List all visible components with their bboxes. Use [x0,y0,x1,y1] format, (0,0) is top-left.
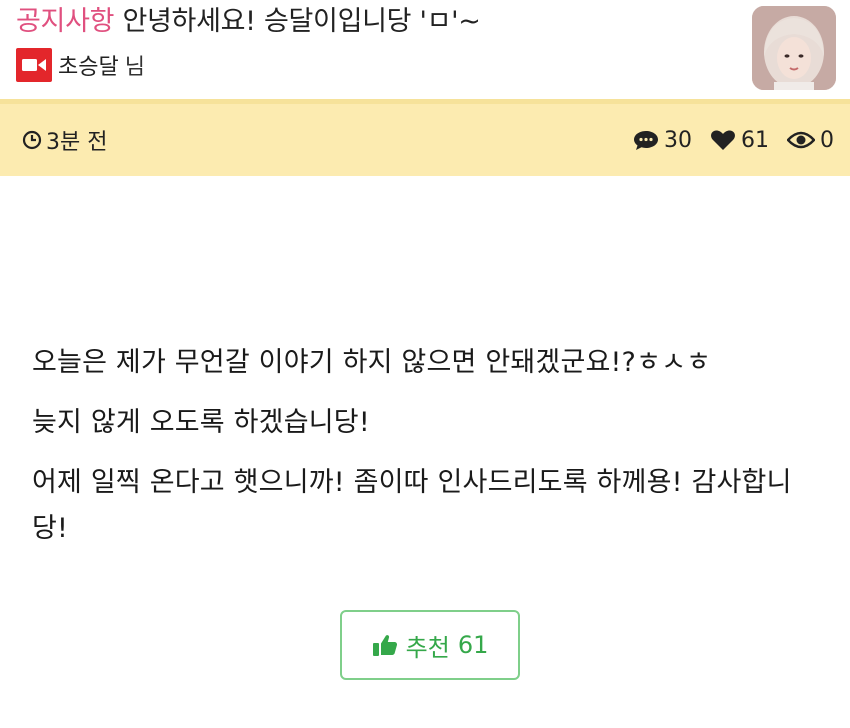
post-time: 3분 전 [22,124,107,156]
post-time-label: 3분 전 [46,130,108,155]
recommend-label: 추천 [405,633,450,662]
post-meta-bar: 3분 전 30 61 0 [0,104,850,176]
recommend-count: 61 [457,631,489,659]
view-count: 0 [787,128,834,153]
author-suffix: 님 [124,55,145,80]
thumbs-up-icon [372,635,397,656]
comment-icon [634,131,658,150]
post-header: 공지사항 안녕하세요! 승달이입니당 'ㅁ'~ 초승달 님 [0,0,850,104]
clock-icon [22,130,42,150]
recommend-button[interactable]: 추천 61 [340,610,520,680]
eye-icon [787,131,815,149]
author-info[interactable]: 초승달 님 [16,48,145,82]
video-camera-icon [16,48,52,82]
author-name[interactable]: 초승달 [58,49,119,81]
post-title: 안녕하세요! 승달이입니당 'ㅁ'~ [122,6,481,37]
heart-icon [711,130,735,150]
content-paragraph: 어제 일찍 온다고 햇으니까! 좀이따 인사드리도록 하께용! 감사합니당! [32,467,792,544]
comment-count-value: 30 [664,127,692,153]
post-stats: 30 61 0 [615,128,834,153]
post-content: 오늘은 제가 무언갈 이야기 하지 않으면 안돼겠군요!?ㅎㅅㅎ 늦지 않게 오… [0,176,850,723]
post-title-line: 공지사항 안녕하세요! 승달이입니당 'ㅁ'~ [16,4,481,40]
content-paragraph: 늦지 않게 오도록 하겠습니당! [32,407,370,438]
like-count[interactable]: 61 [710,128,769,153]
post-category[interactable]: 공지사항 [16,6,114,37]
comment-count[interactable]: 30 [633,128,692,153]
author-avatar[interactable] [752,6,836,90]
view-count-value: 0 [820,127,834,153]
content-paragraph: 오늘은 제가 무언갈 이야기 하지 않으면 안돼겠군요!?ㅎㅅㅎ [32,347,712,378]
like-count-value: 61 [741,127,769,153]
